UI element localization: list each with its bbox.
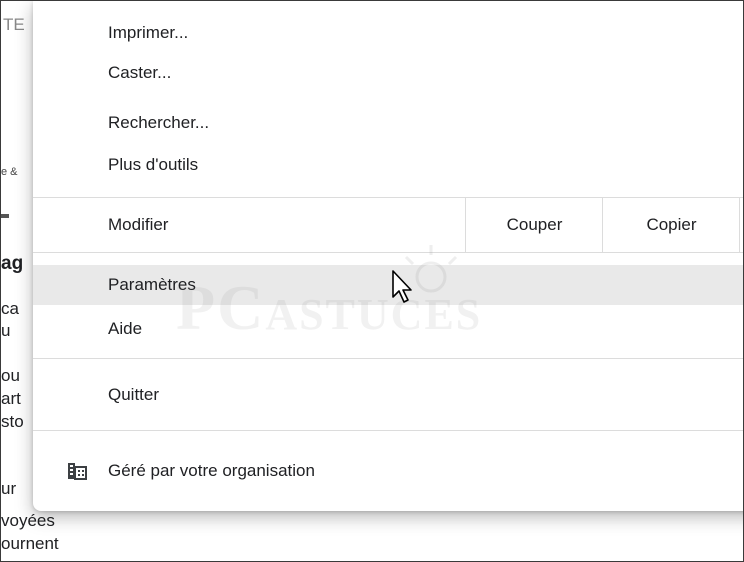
bg-text: TE [3, 15, 25, 34]
bg-bar [1, 214, 9, 218]
menu-item-cast[interactable]: Caster... [33, 55, 743, 91]
bg-text: sto [1, 412, 24, 431]
bg-text: ur [1, 479, 17, 498]
menu-item-search[interactable]: Rechercher... [33, 105, 743, 141]
menu-item-label: Plus d'outils [108, 155, 199, 174]
menu-separator [33, 252, 743, 253]
paste-button[interactable] [739, 198, 743, 252]
menu-item-label: Géré par votre organisation [108, 461, 315, 480]
menu-item-managed[interactable]: Géré par votre organisation [33, 449, 743, 493]
bg-text: art [1, 389, 21, 408]
menu-item-label: Caster... [108, 63, 172, 82]
menu-item-settings[interactable]: Paramètres [33, 265, 743, 305]
menu-item-label: Paramètres [108, 275, 196, 294]
menu-item-more-tools[interactable]: Plus d'outils [33, 147, 743, 183]
menu-item-label: Rechercher... [108, 113, 210, 132]
browser-main-menu: Imprimer... Caster... Rechercher... Plus… [33, 1, 743, 511]
menu-separator [33, 430, 743, 431]
menu-item-label: Imprimer... [108, 23, 189, 42]
edit-label: Modifier [108, 215, 169, 234]
bg-heading: ag [1, 253, 24, 274]
bg-text: voyées [1, 511, 55, 530]
menu-item-help[interactable]: Aide [33, 311, 743, 347]
cut-button[interactable]: Couper [465, 198, 603, 252]
mouse-pointer-icon [392, 270, 412, 303]
cut-label: Couper [506, 215, 563, 234]
bg-text: e & [1, 166, 18, 178]
menu-item-label: Quitter [108, 385, 160, 404]
bg-text: ou [1, 366, 20, 385]
building-icon [67, 461, 87, 486]
menu-item-label: Aide [108, 319, 143, 338]
bg-text: ca [1, 299, 19, 318]
copy-label: Copier [646, 215, 697, 234]
bg-text: u [1, 321, 11, 340]
copy-button[interactable]: Copier [602, 198, 740, 252]
menu-item-print[interactable]: Imprimer... [33, 15, 743, 51]
menu-edit-row: Modifier Couper Copier [33, 198, 743, 252]
menu-item-quit[interactable]: Quitter [33, 375, 743, 415]
screenshot-frame: TE e & ag ca u ou art sto ur voyées ourn… [0, 0, 744, 562]
bg-text: ournent [1, 534, 59, 553]
menu-separator [33, 358, 743, 359]
